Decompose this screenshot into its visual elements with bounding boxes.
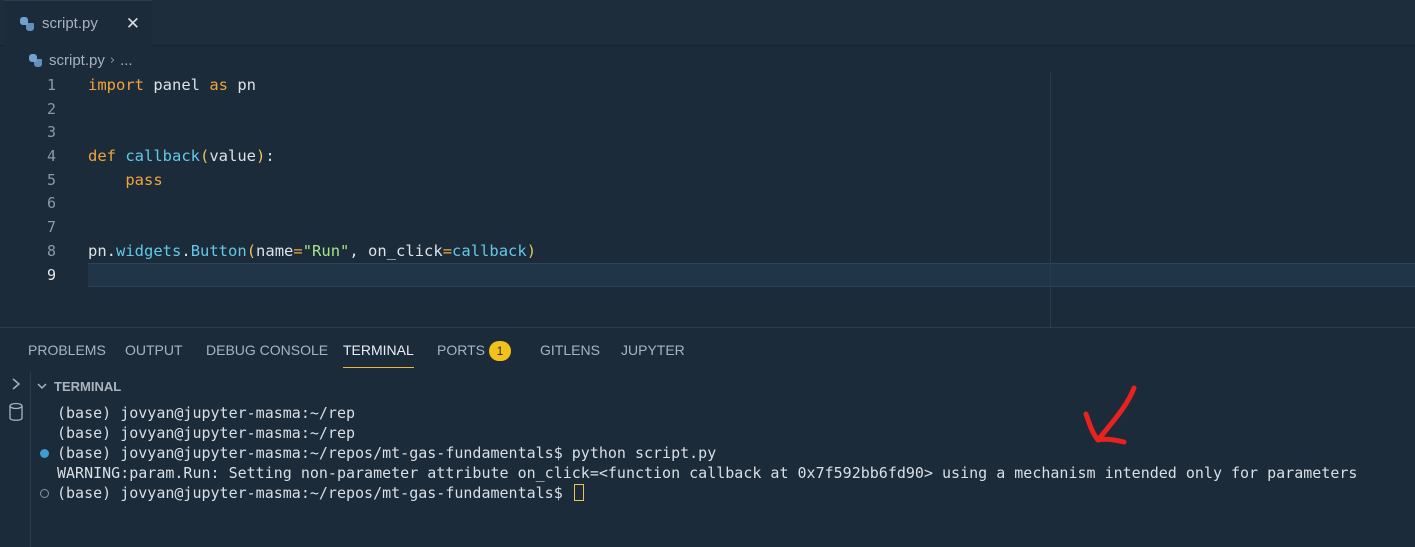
code-line-8[interactable]: pn.widgets.Button(name="Run", on_click=c… xyxy=(88,239,536,263)
tab-problems[interactable]: PROBLEMS xyxy=(28,328,106,370)
line-number: 8 xyxy=(46,242,56,260)
command-success-dot-icon[interactable] xyxy=(40,449,49,458)
terminal-section-header[interactable]: TERMINAL xyxy=(36,376,121,396)
function-name: callback xyxy=(116,147,200,165)
chevron-down-icon xyxy=(37,383,47,390)
dot: . xyxy=(106,242,117,260)
terminal-line: (base) jovyan@jupyter-masma:~/rep xyxy=(57,424,356,442)
tab-label: script.py xyxy=(42,15,98,32)
attribute-name: widgets xyxy=(116,242,182,260)
tab-output[interactable]: OUTPUT xyxy=(125,328,183,370)
breadcrumb-separator: › xyxy=(109,52,116,68)
line-number: 2 xyxy=(46,100,56,118)
keyword-def: def xyxy=(88,147,116,165)
keyword-import: import xyxy=(88,76,144,94)
class-name: Button xyxy=(190,242,247,260)
line-number: 6 xyxy=(46,194,56,212)
paren: ( xyxy=(246,242,257,260)
parameter: value xyxy=(209,147,257,165)
ports-count-badge: 1 xyxy=(489,341,511,361)
line-number: 7 xyxy=(46,218,56,236)
database-icon[interactable] xyxy=(8,402,24,422)
panel-side-strip xyxy=(0,372,31,547)
tab-gitlens[interactable]: GITLENS xyxy=(540,328,600,370)
line-number: 1 xyxy=(46,76,56,94)
code-area[interactable]: import panel as pn def callback(value): … xyxy=(88,73,1415,327)
paren: ) xyxy=(526,242,537,260)
terminal-prompt: (base) jovyan@jupyter-masma:~/repos/mt-g… xyxy=(57,484,572,502)
line-number-active: 9 xyxy=(46,266,56,284)
line-number: 4 xyxy=(46,147,56,165)
terminal-warning-line: WARNING:param.Run: Setting non-parameter… xyxy=(57,464,1358,482)
paren: ( xyxy=(200,147,210,165)
panel-tabs: PROBLEMS OUTPUT DEBUG CONSOLE TERMINAL P… xyxy=(0,328,1415,370)
argument-value: callback xyxy=(452,242,527,260)
breadcrumb: script.py › ... xyxy=(0,47,1415,73)
terminal-line: (base) jovyan@jupyter-masma:~/rep xyxy=(57,404,356,422)
tab-script-py[interactable]: script.py ✕ xyxy=(4,0,152,46)
operator: = xyxy=(293,242,303,260)
terminal-title: TERMINAL xyxy=(54,378,122,394)
breadcrumb-symbols[interactable]: ... xyxy=(120,52,133,69)
keyword-pass: pass xyxy=(125,171,163,189)
code-editor[interactable]: 1 2 3 4 5 6 7 8 9 import panel as pn def… xyxy=(0,73,1415,327)
tab-terminal[interactable]: TERMINAL xyxy=(343,328,414,368)
tab-jupyter[interactable]: JUPYTER xyxy=(621,328,685,370)
chevron-right-icon[interactable] xyxy=(9,377,23,391)
close-icon[interactable]: ✕ xyxy=(126,14,140,34)
object-name: pn xyxy=(88,242,107,260)
code-line-1[interactable]: import panel as pn xyxy=(88,73,256,97)
command-pending-dot-icon[interactable] xyxy=(40,489,49,498)
annotation-arrow-icon xyxy=(1083,385,1137,445)
python-file-icon xyxy=(29,53,42,67)
module-alias: pn xyxy=(228,76,256,94)
breadcrumb-file[interactable]: script.py xyxy=(49,52,105,69)
keyword-as: as xyxy=(209,76,228,94)
string-literal: "Run" xyxy=(302,242,350,260)
line-number-gutter: 1 2 3 4 5 6 7 8 9 xyxy=(0,73,88,327)
tab-debug-console[interactable]: DEBUG CONSOLE xyxy=(206,328,328,370)
module-name: panel xyxy=(144,76,210,94)
code-line-4[interactable]: def callback(value): xyxy=(88,144,275,168)
line-number: 5 xyxy=(46,171,56,189)
bottom-panel: PROBLEMS OUTPUT DEBUG CONSOLE TERMINAL P… xyxy=(0,327,1415,547)
paren: ) xyxy=(256,147,266,165)
terminal-prompt-line[interactable]: (base) jovyan@jupyter-masma:~/repos/mt-g… xyxy=(57,483,584,503)
terminal-line: (base) jovyan@jupyter-masma:~/repos/mt-g… xyxy=(57,444,717,462)
dot: . xyxy=(181,242,191,260)
keyword-arg: on_click xyxy=(368,242,443,260)
line-number: 3 xyxy=(46,123,56,141)
python-file-icon xyxy=(20,16,34,31)
editor-tab-bar: script.py ✕ xyxy=(0,0,1415,46)
colon: : xyxy=(265,147,275,165)
code-line-5[interactable]: pass xyxy=(88,168,163,192)
tab-ports[interactable]: PORTS xyxy=(437,328,485,370)
operator: = xyxy=(442,242,453,260)
keyword-arg: name xyxy=(256,242,294,260)
terminal-cursor xyxy=(573,484,584,501)
comma: , xyxy=(349,242,369,260)
